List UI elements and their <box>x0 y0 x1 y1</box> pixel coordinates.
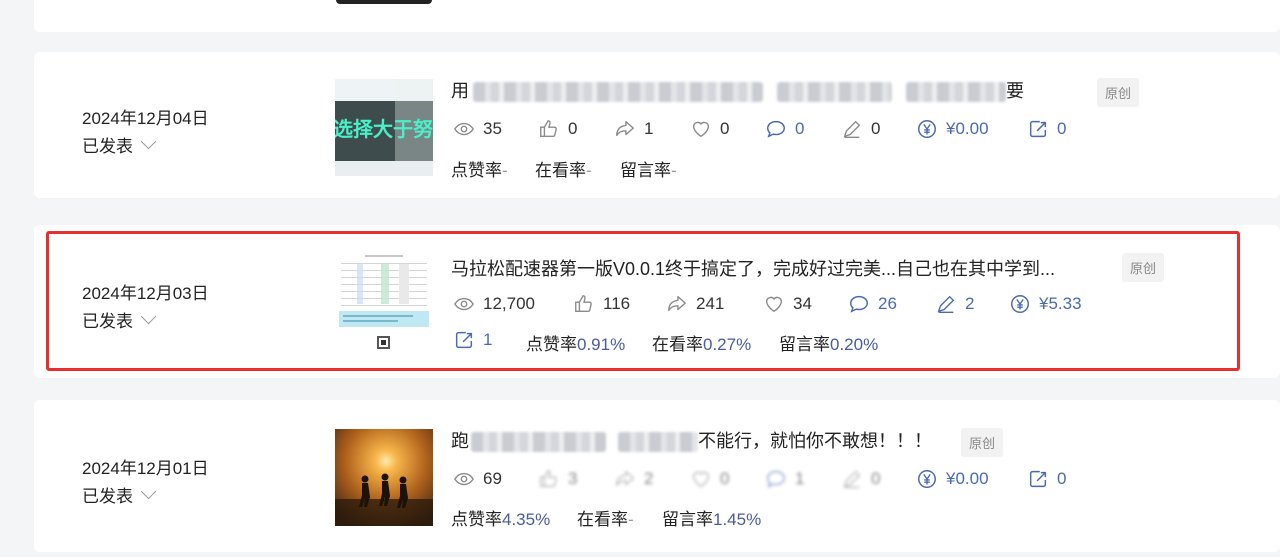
redacted-text <box>618 432 698 453</box>
favorites-stat: 34 <box>763 293 812 315</box>
status-dropdown[interactable]: 已发表 <box>82 132 157 157</box>
pen-icon <box>843 120 861 138</box>
yuan-icon <box>1011 295 1029 313</box>
watch-rate: 在看率0.27% <box>652 335 752 354</box>
article-title[interactable]: 用要 <box>451 78 1024 104</box>
eye-icon <box>454 472 474 486</box>
original-badge: 原创 <box>1122 253 1165 282</box>
comment-rate: 留言率1.45% <box>662 510 762 529</box>
likes-stat: 3 <box>538 468 577 490</box>
views-stat: 69 <box>453 468 502 490</box>
comments-stat: 26 <box>848 293 897 315</box>
status-label: 已发表 <box>82 312 133 331</box>
forwards-stat: 0 <box>1027 118 1066 140</box>
eye-icon <box>454 297 474 311</box>
article-card <box>34 225 1280 378</box>
comment-icon <box>767 470 785 488</box>
heart-icon <box>692 121 710 138</box>
status-dropdown[interactable]: 已发表 <box>82 307 157 332</box>
pen-icon <box>937 295 955 313</box>
share-arrow-icon <box>616 120 634 137</box>
likes-stat: 116 <box>573 293 630 315</box>
status-label: 已发表 <box>82 487 133 506</box>
eye-icon <box>454 122 474 136</box>
comment-rate: 留言率0.20% <box>779 335 879 354</box>
edits-stat: 0 <box>841 118 880 140</box>
status-label: 已发表 <box>82 137 133 156</box>
article-thumbnail[interactable] <box>335 429 433 526</box>
chevron-down-icon <box>140 133 157 150</box>
article-title[interactable]: 跑不能行，就怕你不敢想！！！ <box>451 428 932 454</box>
article-title[interactable]: 马拉松配速器第一版V0.0.1终于搞定了，完成好过完美...自己也在其中学到..… <box>451 255 1055 281</box>
article-thumbnail[interactable] <box>335 253 433 350</box>
edits-stat: 0 <box>841 468 880 490</box>
publish-date: 2024年12月04日 <box>82 109 209 128</box>
watch-rate: 在看率- <box>577 510 634 529</box>
redacted-text <box>473 82 763 103</box>
reward-stat: ¥0.00 <box>916 118 989 140</box>
publish-date: 2024年12月03日 <box>82 284 209 303</box>
thumbs-up-icon <box>575 295 592 313</box>
chevron-down-icon <box>140 308 157 325</box>
thumbs-up-icon <box>540 120 557 138</box>
redacted-text <box>906 82 1006 103</box>
original-badge: 原创 <box>961 428 1004 457</box>
views-stat: 12,700 <box>453 293 535 315</box>
original-badge: 原创 <box>1097 78 1140 107</box>
favorites-stat: 0 <box>690 118 729 140</box>
comment-rate: 留言率- <box>620 161 677 180</box>
thumbs-up-icon <box>540 470 557 488</box>
thumbnail-text: 选择大于努 <box>335 117 433 141</box>
status-dropdown[interactable]: 已发表 <box>82 482 157 507</box>
watch-rate: 在看率- <box>535 161 592 180</box>
previous-article-thumbnail <box>336 0 432 4</box>
forward-icon <box>1029 470 1047 488</box>
reward-stat: ¥0.00 <box>916 468 989 490</box>
likes-stat: 0 <box>538 118 577 140</box>
forwards-stat: 0 <box>1027 468 1066 490</box>
shares-stat: 241 <box>666 293 724 315</box>
like-rate: 点赞率- <box>451 161 508 180</box>
like-rate: 点赞率0.91% <box>526 335 626 354</box>
publish-date: 2024年12月01日 <box>82 459 209 478</box>
redacted-text <box>777 82 892 103</box>
shares-stat: 1 <box>614 118 653 140</box>
chevron-down-icon <box>140 483 157 500</box>
like-rate: 点赞率4.35% <box>451 510 551 529</box>
previous-article-card <box>34 0 1280 32</box>
favorites-stat: 0 <box>690 468 729 490</box>
heart-icon <box>765 296 783 313</box>
forward-icon <box>455 331 473 349</box>
shares-stat: 2 <box>614 468 653 490</box>
forwards-stat: 1 <box>453 329 492 351</box>
heart-icon <box>692 471 710 488</box>
comments-stat: 0 <box>765 118 804 140</box>
yuan-icon <box>918 120 936 138</box>
share-arrow-icon <box>616 470 634 487</box>
yuan-icon <box>918 470 936 488</box>
views-stat: 35 <box>453 118 502 140</box>
forward-icon <box>1029 120 1047 138</box>
redacted-text <box>471 432 606 453</box>
edits-stat: 2 <box>935 293 974 315</box>
article-card <box>34 400 1280 552</box>
pen-icon <box>843 470 861 488</box>
comment-icon <box>767 120 785 138</box>
comments-stat: 1 <box>765 468 804 490</box>
comment-icon <box>850 295 868 313</box>
article-thumbnail[interactable]: 选择大于努 <box>335 79 433 176</box>
share-arrow-icon <box>668 295 686 312</box>
reward-stat: ¥5.33 <box>1009 293 1082 315</box>
